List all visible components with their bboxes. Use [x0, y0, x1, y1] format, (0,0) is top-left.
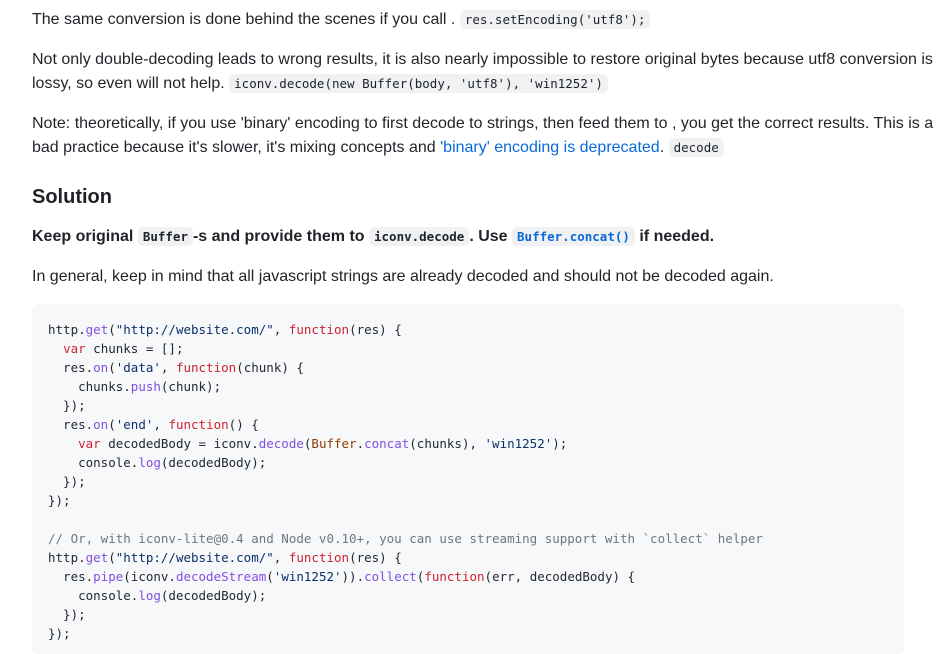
paragraph-2: Not only double-decoding leads to wrong … — [32, 48, 938, 96]
code-line: http.get("http://website.com/", function… — [48, 550, 402, 565]
code-line: var decodedBody = iconv.decode(Buffer.co… — [78, 436, 568, 451]
code-line: }); — [48, 607, 86, 622]
section-heading: Solution — [32, 186, 112, 208]
paragraph-4-text: -s and provide them to — [192, 228, 365, 245]
code-line: res.on('data', function(chunk) { — [48, 360, 304, 375]
paragraph-4: Keep original Buffer -s and provide them … — [32, 225, 938, 249]
deprecated-link[interactable]: 'binary' encoding is deprecated — [440, 139, 660, 156]
paragraph-4-text: if needed. — [639, 228, 715, 245]
paragraph-1-text: The same conversion is done behind the s… — [32, 11, 456, 28]
inline-code: iconv.decode(new Buffer(body, 'utf8'), '… — [229, 74, 608, 93]
inline-code-link[interactable]: Buffer.concat() — [512, 227, 635, 246]
paragraph-3-punctuation: . — [659, 139, 665, 156]
code-line: // Or, with iconv-lite@0.4 and Node v0.1… — [48, 531, 763, 546]
paragraph-3: Note: theoretically, if you use 'binary'… — [32, 112, 938, 160]
code-line: console.log(decodedBody); — [48, 588, 267, 603]
code-block: http.get("http://website.com/", function… — [32, 304, 904, 654]
code-line: console.log(decodedBody); — [48, 455, 267, 470]
inline-code: res.setEncoding('utf8'); — [459, 10, 651, 29]
code-line: res.pipe(iconv.decodeStream('win1252')).… — [48, 569, 636, 584]
inline-code: decode — [668, 138, 724, 157]
code-line: chunks.push(chunk); — [48, 379, 222, 394]
code-line: res.on('end', function() { — [48, 417, 259, 432]
paragraph-1: The same conversion is done behind the s… — [32, 8, 938, 32]
code-line: var chunks = []; — [63, 341, 184, 356]
code-line: http.get("http://website.com/", function… — [48, 322, 402, 337]
paragraph-4-text: Keep original — [32, 228, 134, 245]
paragraph-4-text: . Use — [469, 228, 508, 245]
inline-code: iconv.decode — [369, 227, 470, 246]
code-line: }); — [48, 493, 71, 508]
code-line: }); — [48, 474, 86, 489]
inline-code: Buffer — [137, 227, 193, 246]
paragraph-5: In general, keep in mind that all javasc… — [32, 268, 774, 285]
code-line: }); — [48, 398, 86, 413]
code-line: }); — [48, 626, 71, 641]
